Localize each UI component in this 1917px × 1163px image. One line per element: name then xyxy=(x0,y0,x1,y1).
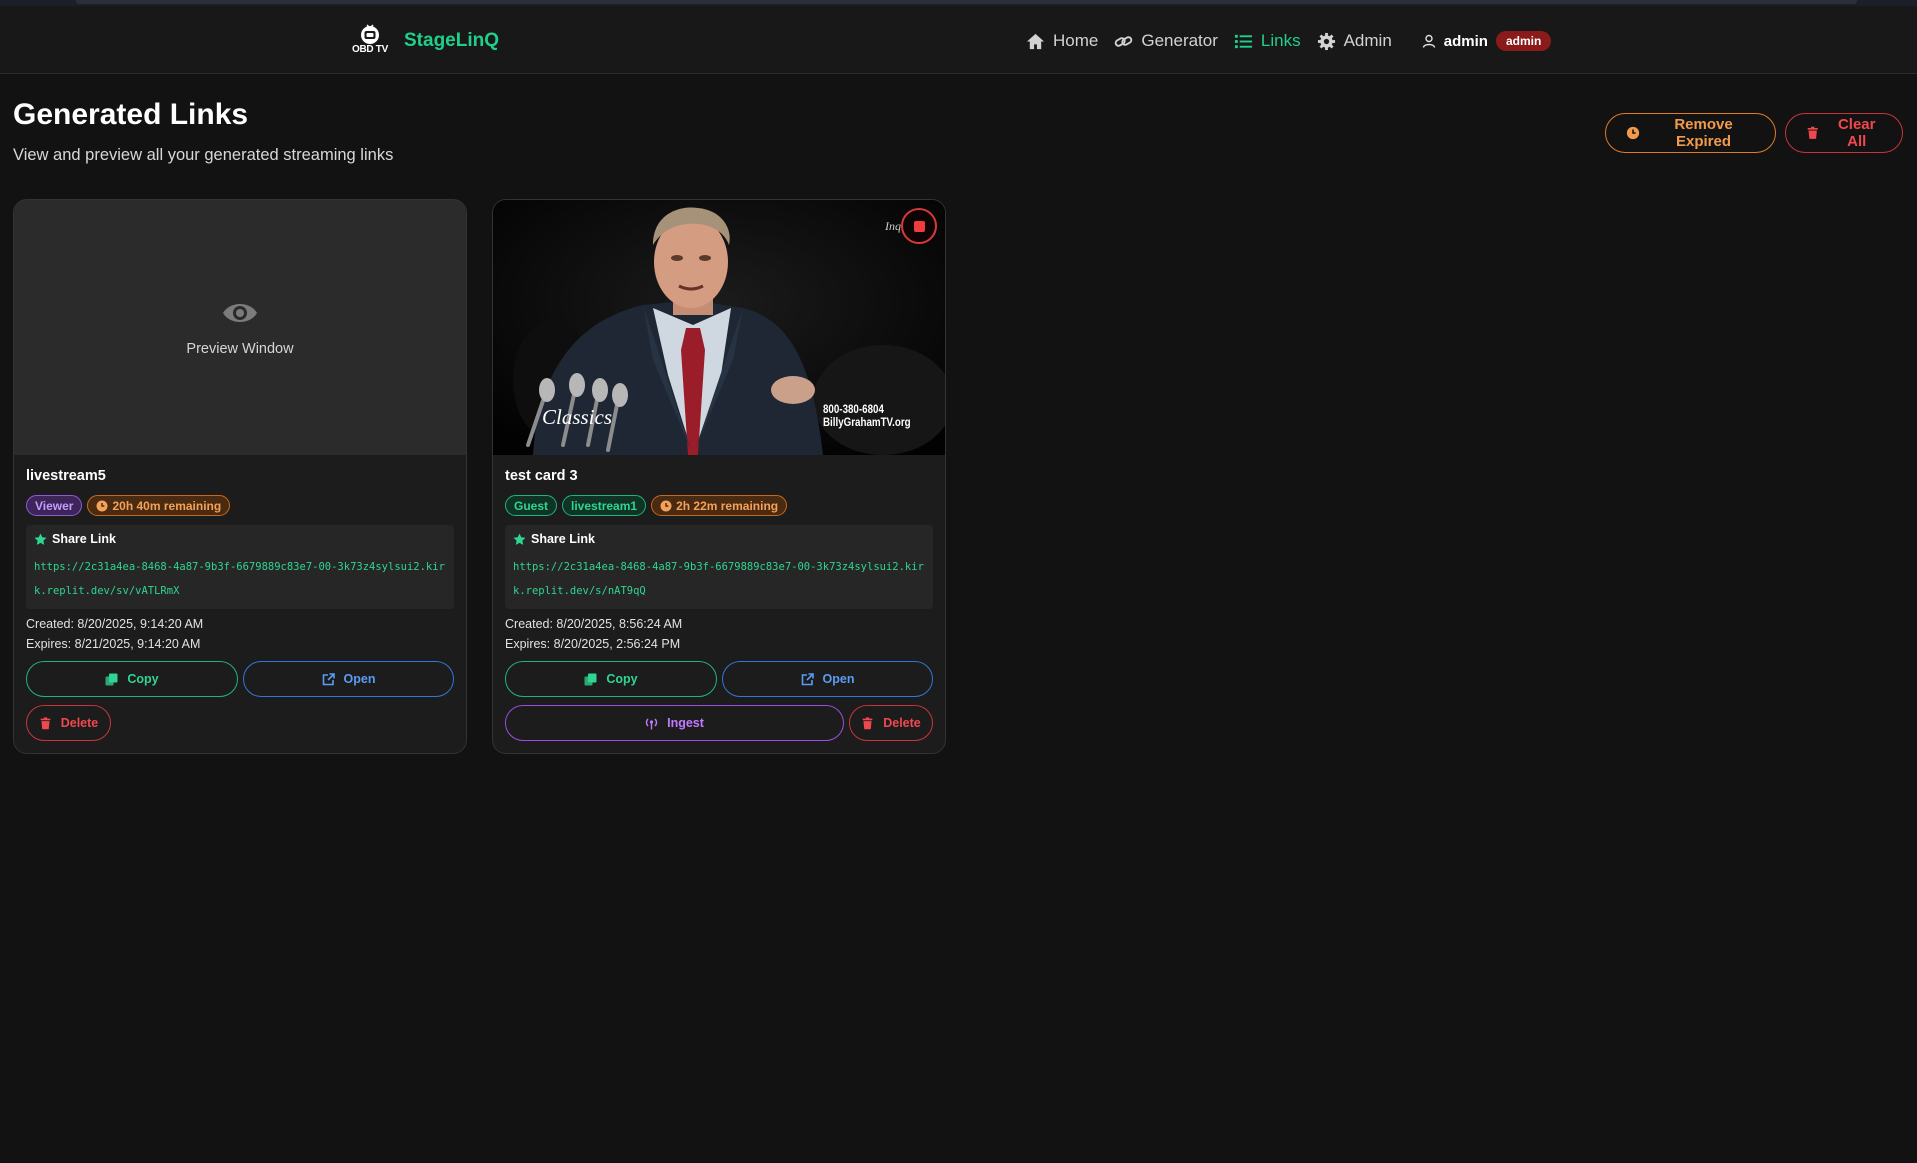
open-button[interactable]: Open xyxy=(243,661,454,697)
top-strip-bar xyxy=(76,0,1857,4)
copy-label: Copy xyxy=(127,672,159,686)
star-icon xyxy=(34,533,47,545)
open-button[interactable]: Open xyxy=(722,661,933,697)
open-label: Open xyxy=(822,672,855,686)
remove-expired-label: Remove Expired xyxy=(1674,116,1733,150)
nav-generator[interactable]: Generator xyxy=(1114,31,1218,51)
link-card: Inq Classics 800-380-6804 BillyGrahamTV.… xyxy=(492,199,946,754)
video-site: BillyGrahamTV.org xyxy=(823,417,911,429)
trash-icon xyxy=(40,716,51,729)
time-remaining-badge: 20h 40m remaining xyxy=(87,495,231,516)
nav-home-label: Home xyxy=(1053,31,1099,50)
share-link-header: Share Link xyxy=(34,532,116,546)
clear-all-label: Clear All xyxy=(1837,116,1876,150)
delete-label: Delete xyxy=(883,716,921,730)
user-role-badge: admin xyxy=(1495,31,1552,51)
clock-icon xyxy=(660,500,672,511)
nav-links-label: Links xyxy=(1260,31,1301,50)
list-icon xyxy=(1234,34,1252,48)
nav-home[interactable]: Home xyxy=(1026,31,1098,51)
role-badge: Viewer xyxy=(26,495,83,516)
video-preview[interactable]: Inq Classics 800-380-6804 BillyGrahamTV.… xyxy=(493,200,945,455)
preview-window-label: Preview Window xyxy=(186,341,294,357)
external-link-icon xyxy=(322,672,335,685)
clock-icon xyxy=(96,500,108,511)
video-brand-overlay: Classics xyxy=(542,405,613,429)
delete-label: Delete xyxy=(60,716,99,730)
brand[interactable]: OBD TV StageLinQ xyxy=(350,24,499,58)
role-badge: Guest xyxy=(505,495,558,516)
page-subtitle: View and preview all your generated stre… xyxy=(13,146,394,164)
time-remaining-badge: 2h 22m remaining xyxy=(651,495,788,516)
share-link-box: Share Link https://2c31a4ea-8468-4a87-9b… xyxy=(505,525,933,609)
copy-icon xyxy=(584,673,597,685)
eye-icon xyxy=(223,304,257,322)
nav-admin[interactable]: Admin xyxy=(1317,31,1392,51)
time-remaining-label: 20h 40m remaining xyxy=(112,498,222,513)
top-navbar: OBD TV StageLinQ Home Generator Links Ad… xyxy=(0,6,1917,74)
copy-button[interactable]: Copy xyxy=(26,661,238,697)
remove-expired-button[interactable]: Remove Expired xyxy=(1605,113,1776,153)
card-title: livestream5 xyxy=(26,468,106,484)
copy-button[interactable]: Copy xyxy=(505,661,717,697)
external-link-icon xyxy=(801,672,814,685)
link-icon xyxy=(1115,35,1133,47)
stop-icon xyxy=(913,220,925,232)
card-title: test card 3 xyxy=(505,468,578,484)
ingest-label: Ingest xyxy=(667,716,704,730)
video-overlay-text: 800-380-6804 BillyGrahamTV.org xyxy=(823,404,911,430)
trash-icon xyxy=(862,716,873,729)
created-date: Created: 8/20/2025, 9:14:20 AM xyxy=(26,617,204,631)
time-remaining-label: 2h 22m remaining xyxy=(676,498,779,513)
delete-button[interactable]: Delete xyxy=(849,705,933,741)
delete-button[interactable]: Delete xyxy=(26,705,111,741)
expires-date: Expires: 8/21/2025, 9:14:20 AM xyxy=(26,637,201,651)
brand-logo: OBD TV xyxy=(350,24,390,58)
tv-logo-icon xyxy=(361,24,379,44)
copy-icon xyxy=(105,673,118,685)
video-watermark: Inq xyxy=(884,219,901,233)
stream-badge: livestream1 xyxy=(562,495,647,516)
share-link-label: Share Link xyxy=(52,532,116,546)
clock-icon xyxy=(1626,126,1640,140)
nav-links[interactable]: Links xyxy=(1234,31,1301,51)
card-badges: Viewer 20h 40m remaining xyxy=(26,495,231,516)
gear-icon xyxy=(1317,32,1335,50)
stop-stream-button[interactable] xyxy=(901,208,937,244)
share-link-header: Share Link xyxy=(513,532,595,546)
video-phone: 800-380-6804 xyxy=(823,404,884,416)
preview-window[interactable]: Preview Window xyxy=(14,200,466,455)
clear-all-button[interactable]: Clear All xyxy=(1785,113,1903,153)
share-link-label: Share Link xyxy=(531,532,595,546)
created-date: Created: 8/20/2025, 8:56:24 AM xyxy=(505,617,683,631)
user-name: admin xyxy=(1443,32,1488,50)
ingest-button[interactable]: Ingest xyxy=(505,705,844,741)
share-link-url[interactable]: https://2c31a4ea-8468-4a87-9b3f-6679889c… xyxy=(34,555,450,603)
link-card: Preview Window livestream5 Viewer 20h 40… xyxy=(13,199,467,754)
star-icon xyxy=(513,533,526,545)
brand-logo-text: OBD TV xyxy=(352,44,388,55)
user-menu[interactable]: admin admin xyxy=(1422,31,1552,51)
home-icon xyxy=(1026,33,1045,49)
main-nav: Home Generator Links Admin admin admin xyxy=(1026,31,1552,51)
user-icon xyxy=(1422,34,1435,48)
brand-name: StageLinQ xyxy=(404,30,500,51)
trash-icon xyxy=(1807,126,1818,139)
card-badges: Guest livestream1 2h 22m remaining xyxy=(505,495,788,516)
open-label: Open xyxy=(343,672,376,686)
broadcast-tower-icon xyxy=(645,718,658,729)
copy-label: Copy xyxy=(606,672,638,686)
page-title: Generated Links xyxy=(13,98,249,131)
expires-date: Expires: 8/20/2025, 2:56:24 PM xyxy=(505,637,681,651)
nav-admin-label: Admin xyxy=(1343,31,1392,50)
nav-generator-label: Generator xyxy=(1141,31,1218,50)
share-link-box: Share Link https://2c31a4ea-8468-4a87-9b… xyxy=(26,525,454,609)
share-link-url[interactable]: https://2c31a4ea-8468-4a87-9b3f-6679889c… xyxy=(513,555,929,603)
